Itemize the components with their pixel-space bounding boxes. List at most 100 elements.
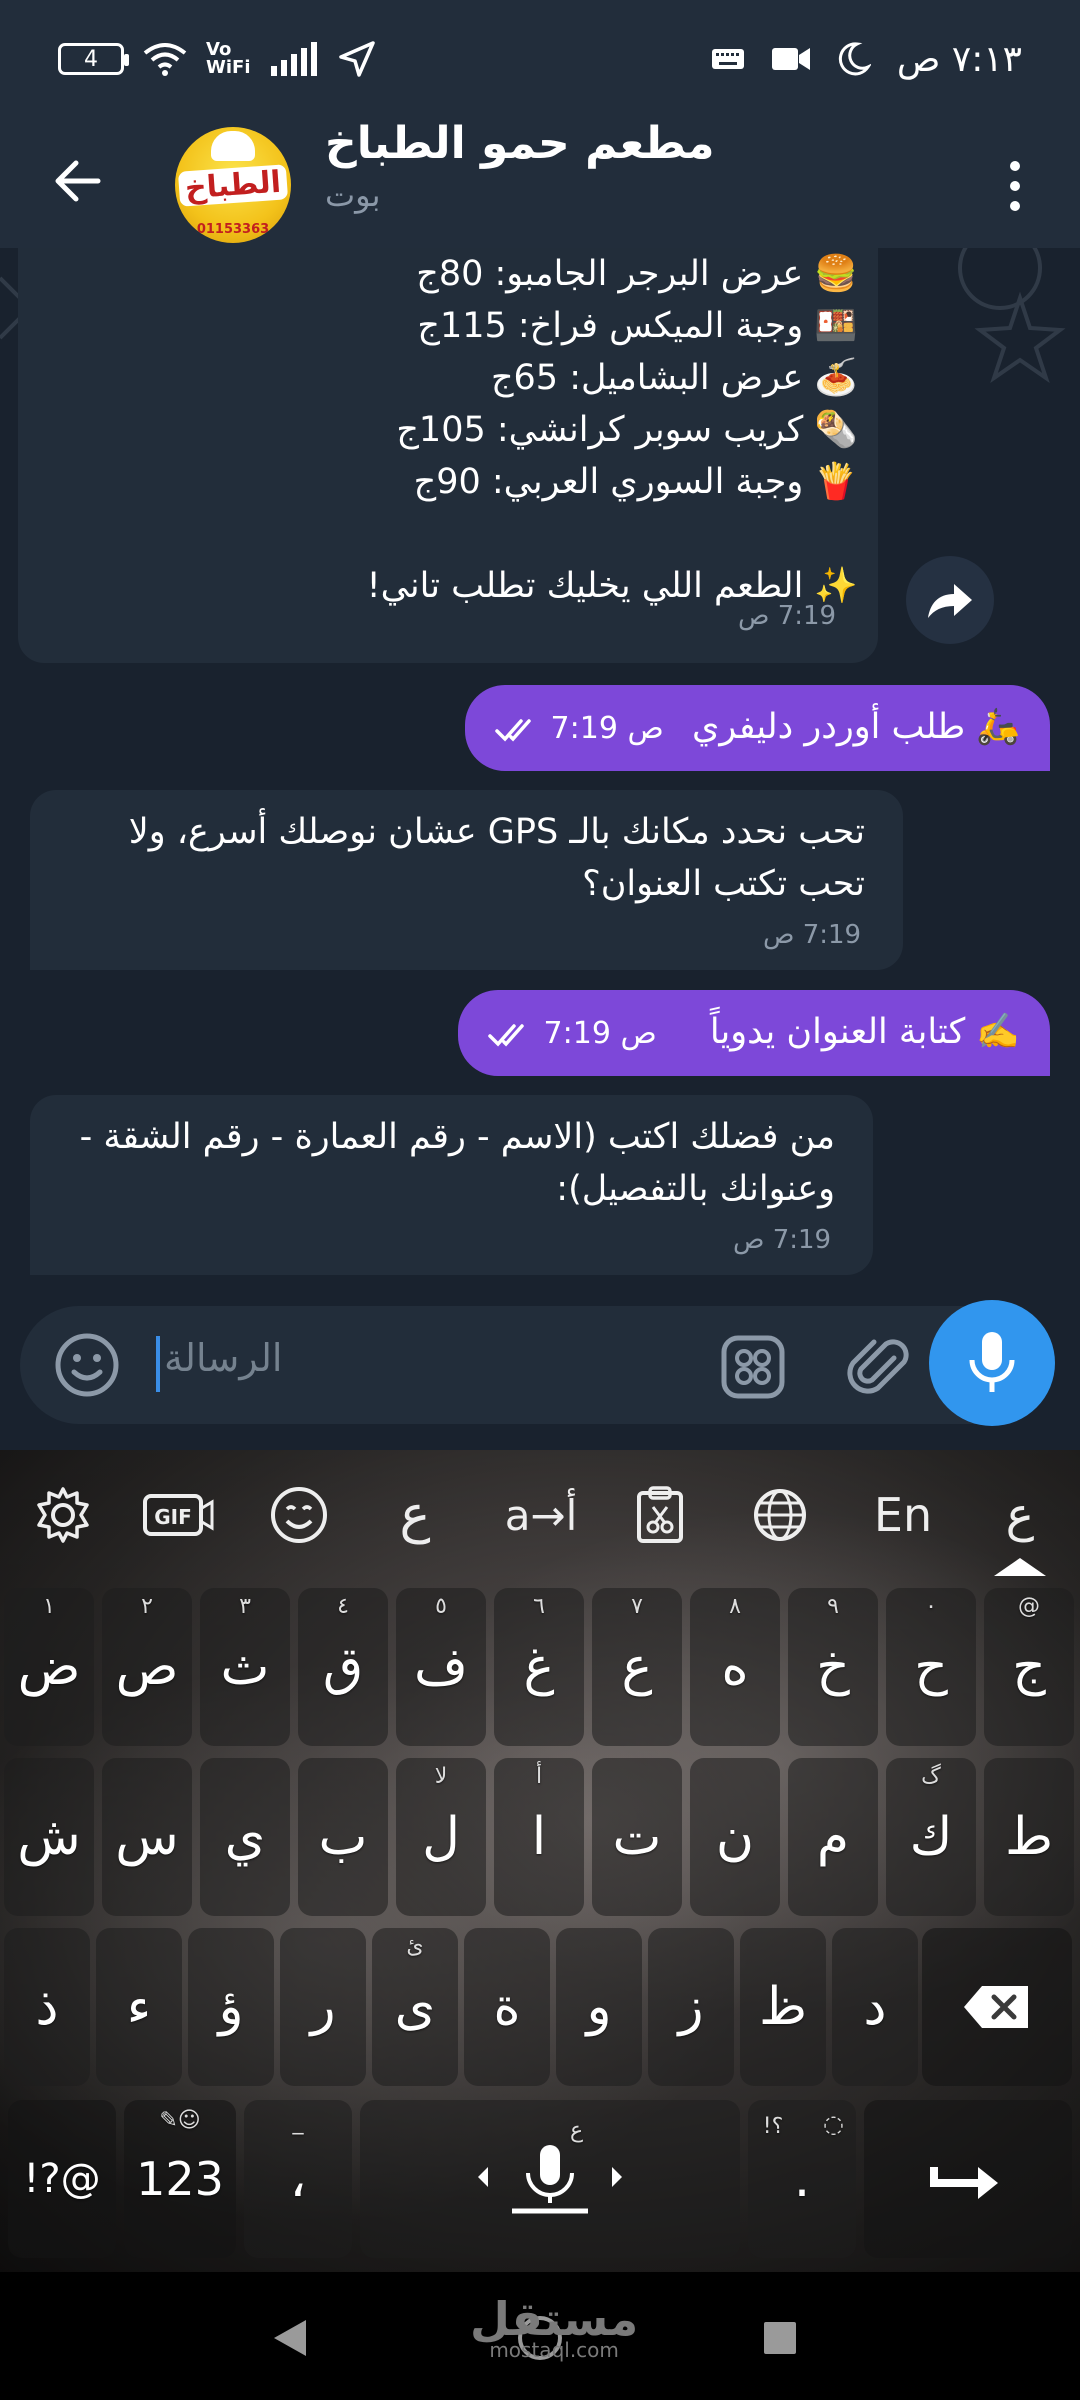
- key-hint: _: [292, 2110, 304, 2135]
- key-row1-7[interactable]: ٨ه: [690, 1588, 780, 1746]
- key-row1-8[interactable]: ٩خ: [788, 1588, 878, 1746]
- key-row2-4[interactable]: لا ل: [396, 1758, 486, 1916]
- system-navigation-bar: مستقل mostaql.com: [0, 2272, 1080, 2400]
- avatar[interactable]: الطباخ 01153363: [175, 127, 291, 243]
- enter-key[interactable]: [864, 2100, 1072, 2258]
- key-row2-9[interactable]: گك: [886, 1758, 976, 1916]
- key-row1-2[interactable]: ٣ث: [200, 1588, 290, 1746]
- key-row1-0[interactable]: ١ض: [4, 1588, 94, 1746]
- key-hint: ع: [570, 2118, 584, 2143]
- key-row2-7[interactable]: ن: [690, 1758, 780, 1916]
- space-key[interactable]: ع: [360, 2100, 740, 2258]
- english-toggle[interactable]: En: [868, 1480, 938, 1550]
- nav-recents-button[interactable]: [750, 2308, 810, 2368]
- message-input[interactable]: الرسالة: [164, 1336, 282, 1380]
- moon-icon: [838, 42, 871, 76]
- backspace-key[interactable]: [922, 1928, 1072, 2086]
- key-row3-5[interactable]: ة: [464, 1928, 550, 2086]
- attach-button[interactable]: [844, 1332, 914, 1402]
- back-button[interactable]: [44, 146, 114, 216]
- chat-title[interactable]: مطعم حمو الطباخ: [325, 118, 715, 169]
- voice-record-button[interactable]: [929, 1300, 1055, 1426]
- key-row3-4[interactable]: ئى: [372, 1928, 458, 2086]
- message-text: ✍️ كتابة العنوان يدوياً: [709, 1012, 1020, 1052]
- message-text: 🛵 طلب أوردر دليفري: [691, 707, 1020, 747]
- enter-arrow-icon: [930, 2167, 998, 2199]
- forward-button[interactable]: [906, 556, 994, 644]
- settings-button[interactable]: [30, 1480, 96, 1550]
- key-hint: ٢: [141, 1594, 153, 1619]
- bot-message-gps[interactable]: تحب نحدد مكانك بالـ GPS عشان نوصلك أسرع،…: [30, 790, 903, 970]
- key-row2-1[interactable]: س: [102, 1758, 192, 1916]
- key-row2-3[interactable]: ب: [298, 1758, 388, 1916]
- menu-spacer: [367, 508, 858, 560]
- clipboard-icon: [637, 1486, 683, 1543]
- nav-back-button[interactable]: [260, 2308, 320, 2368]
- menu-line: 🍝 عرض البشاميل: 65ج: [490, 358, 858, 398]
- key-label: م: [816, 1807, 850, 1867]
- key-row1-1[interactable]: ٢ص: [102, 1588, 192, 1746]
- comma-key[interactable]: _ ،: [244, 2100, 352, 2258]
- arabic-toggle[interactable]: ع: [990, 1480, 1050, 1550]
- translate-button[interactable]: a→أ: [498, 1480, 584, 1550]
- svg-text:GIF: GIF: [154, 1505, 192, 1529]
- key-row1-5[interactable]: ٦غ: [494, 1588, 584, 1746]
- symbols-key[interactable]: !?@: [8, 2100, 116, 2258]
- vowifi-label: Vo WiFi: [206, 39, 251, 78]
- bot-message-details[interactable]: من فضلك اكتب (الاسم - رقم العمارة - رقم …: [30, 1095, 873, 1275]
- key-row3-8[interactable]: ظ: [740, 1928, 826, 2086]
- language-button[interactable]: [750, 1480, 810, 1550]
- bot-message-menu[interactable]: 🍔 عرض البرجر الجامبو: 80ج 🍱 وجبة الميكس …: [18, 248, 878, 663]
- key-label: د: [863, 1977, 887, 2037]
- key-row2-8[interactable]: م: [788, 1758, 878, 1916]
- numbers-key[interactable]: ✎☺ 123: [124, 2100, 236, 2258]
- text-caret: [156, 1336, 160, 1392]
- key-row2-5[interactable]: أا: [494, 1758, 584, 1916]
- key-row1-9[interactable]: ٠ح: [886, 1588, 976, 1746]
- period-key[interactable]: !؟ ◌ .: [748, 2100, 856, 2258]
- key-row1-4[interactable]: ٥ف: [396, 1588, 486, 1746]
- message-line: تحب نحدد مكانك بالـ GPS عشان نوصلك أسرع،…: [128, 812, 865, 852]
- handwriting-button[interactable]: ع: [382, 1480, 448, 1550]
- key-label: ع: [621, 1637, 653, 1697]
- key-row3-9[interactable]: د: [832, 1928, 918, 2086]
- key-hint: ٧: [631, 1594, 643, 1619]
- key-row3-0[interactable]: ذ: [4, 1928, 90, 2086]
- user-message-manual[interactable]: ✍️ كتابة العنوان يدوياً 7:19 ص: [458, 990, 1050, 1076]
- key-row3-1[interactable]: ء: [96, 1928, 182, 2086]
- key-row1-3[interactable]: ٤ق: [298, 1588, 388, 1746]
- clipboard-button[interactable]: [630, 1480, 690, 1550]
- key-row3-7[interactable]: ز: [648, 1928, 734, 2086]
- key-row1-6[interactable]: ٧ع: [592, 1588, 682, 1746]
- smiley-icon: [271, 1487, 327, 1543]
- message-line: من فضلك اكتب (الاسم - رقم العمارة - رقم …: [79, 1117, 835, 1157]
- key-hint: ٨: [729, 1594, 741, 1619]
- key-row2-10[interactable]: ط: [984, 1758, 1074, 1916]
- key-row2-2[interactable]: ي: [200, 1758, 290, 1916]
- bot-menu-button[interactable]: [720, 1334, 786, 1400]
- key-row3-3[interactable]: ر: [280, 1928, 366, 2086]
- emoji-keyboard-button[interactable]: [266, 1480, 332, 1550]
- key-row2-0[interactable]: ش: [4, 1758, 94, 1916]
- globe-icon: [754, 1489, 806, 1541]
- battery-icon: 4: [58, 43, 129, 75]
- double-check-icon: [488, 1023, 524, 1047]
- more-dot-icon: [1010, 181, 1020, 191]
- share-arrow-icon: [928, 584, 972, 618]
- chat-header: الطباخ 01153363 مطعم حمو الطباخ بوت: [0, 118, 1080, 248]
- key-label: ء: [126, 1977, 152, 2037]
- emoji-button[interactable]: [52, 1330, 122, 1400]
- key-row1-10[interactable]: @ ج: [984, 1588, 1074, 1746]
- more-options-button[interactable]: [980, 146, 1050, 226]
- user-message-order[interactable]: 🛵 طلب أوردر دليفري 7:19 ص: [465, 685, 1050, 771]
- message-time: 7:19 ص: [763, 920, 862, 950]
- battery-level: 4: [84, 46, 98, 72]
- key-row2-6[interactable]: ت: [592, 1758, 682, 1916]
- key-label: ق: [322, 1637, 364, 1697]
- key-label: ي: [224, 1807, 266, 1867]
- gif-button[interactable]: GIF: [142, 1480, 214, 1550]
- key-row3-2[interactable]: ؤ: [188, 1928, 274, 2086]
- key-row3-6[interactable]: و: [556, 1928, 642, 2086]
- key-label: غ: [523, 1637, 555, 1697]
- chat-area[interactable]: 🍔 عرض البرجر الجامبو: 80ج 🍱 وجبة الميكس …: [0, 248, 1080, 1308]
